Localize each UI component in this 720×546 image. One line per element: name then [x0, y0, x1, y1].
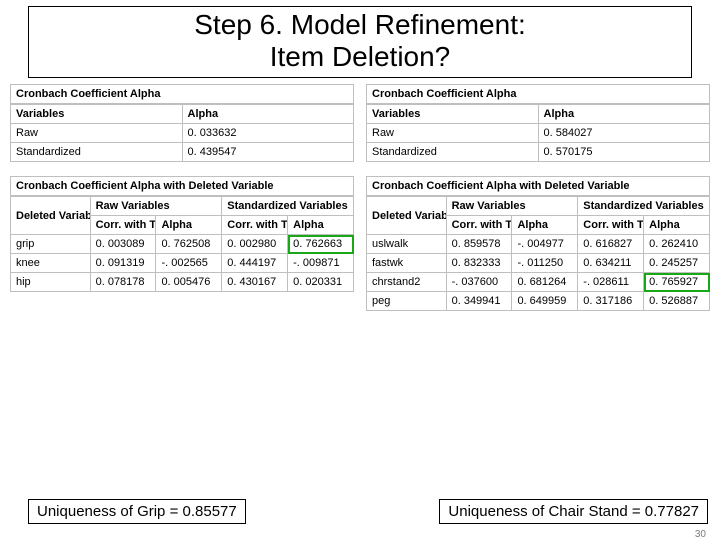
cell: 0. 859578 — [446, 235, 512, 254]
cell: 0. 020331 — [288, 273, 354, 292]
hdr-delvar: Deleted Variable — [11, 197, 91, 235]
cell: 0. 832333 — [446, 254, 512, 273]
cell: 0. 005476 — [156, 273, 222, 292]
hdr-alpha-std: Alpha — [644, 216, 710, 235]
del-section-left: Cronbach Coefficient Alpha with Deleted … — [10, 176, 354, 196]
page-number: 30 — [695, 529, 706, 540]
cell: -. 037600 — [446, 273, 512, 292]
table-row: grip 0. 003089 0. 762508 0. 002980 0. 76… — [11, 235, 354, 254]
table-row: hip 0. 078178 0. 005476 0. 430167 0. 020… — [11, 273, 354, 292]
alpha-section-right: Cronbach Coefficient Alpha — [366, 84, 710, 104]
cell: -. 011250 — [512, 254, 578, 273]
cell: uslwalk — [367, 235, 447, 254]
cell: 0. 649959 — [512, 292, 578, 311]
cell: 0. 349941 — [446, 292, 512, 311]
cell: 0. 091319 — [90, 254, 156, 273]
del-table-right: Deleted Variable Raw Variables Standardi… — [366, 196, 710, 311]
cell: -. 004977 — [512, 235, 578, 254]
hdr-corr-raw: Corr. with Total — [90, 216, 156, 235]
cell: 0. 078178 — [90, 273, 156, 292]
row-std-label: Standardized — [367, 143, 539, 162]
title-line1: Step 6. Model Refinement: — [35, 9, 685, 41]
hdr-stdvars: Standardized Variables — [578, 197, 710, 216]
hdr-variables: Variables — [11, 105, 183, 124]
hdr-alpha-raw: Alpha — [512, 216, 578, 235]
left-col: Cronbach Coefficient Alpha Variables Alp… — [10, 84, 354, 311]
alpha-table-right: Variables Alpha Raw 0. 584027 Standardiz… — [366, 104, 710, 162]
cell-highlight: 0. 765927 — [644, 273, 710, 292]
cell: 0. 262410 — [644, 235, 710, 254]
hdr-corr-std: Corr. with Total — [222, 216, 288, 235]
hdr-corr-raw: Corr. with Total — [446, 216, 512, 235]
table-row: uslwalk 0. 859578 -. 004977 0. 616827 0.… — [367, 235, 710, 254]
cell: chrstand2 — [367, 273, 447, 292]
cell: 0. 526887 — [644, 292, 710, 311]
hdr-alpha-raw: Alpha — [156, 216, 222, 235]
cell: 0. 634211 — [578, 254, 644, 273]
uniqueness-note-right: Uniqueness of Chair Stand = 0.77827 — [439, 499, 708, 524]
cell: -. 009871 — [288, 254, 354, 273]
cell: 0. 245257 — [644, 254, 710, 273]
cell: 0. 003089 — [90, 235, 156, 254]
cell: peg — [367, 292, 447, 311]
hdr-stdvars: Standardized Variables — [222, 197, 354, 216]
table-row: fastwk 0. 832333 -. 011250 0. 634211 0. … — [367, 254, 710, 273]
cell: 0. 762508 — [156, 235, 222, 254]
table-row: peg 0. 349941 0. 649959 0. 317186 0. 526… — [367, 292, 710, 311]
hdr-alpha: Alpha — [538, 105, 710, 124]
row-raw-val: 0. 584027 — [538, 124, 710, 143]
table-row: knee 0. 091319 -. 002565 0. 444197 -. 00… — [11, 254, 354, 273]
table-row: chrstand2 -. 037600 0. 681264 -. 028611 … — [367, 273, 710, 292]
cell: -. 002565 — [156, 254, 222, 273]
hdr-rawvars: Raw Variables — [446, 197, 578, 216]
hdr-rawvars: Raw Variables — [90, 197, 222, 216]
columns: Cronbach Coefficient Alpha Variables Alp… — [0, 84, 720, 311]
title-line2: Item Deletion? — [35, 41, 685, 73]
cell: 0. 430167 — [222, 273, 288, 292]
cell-highlight: 0. 762663 — [288, 235, 354, 254]
hdr-alpha: Alpha — [182, 105, 354, 124]
del-section-right: Cronbach Coefficient Alpha with Deleted … — [366, 176, 710, 196]
cell: 0. 002980 — [222, 235, 288, 254]
alpha-table-left: Variables Alpha Raw 0. 033632 Standardiz… — [10, 104, 354, 162]
cell: knee — [11, 254, 91, 273]
title-box: Step 6. Model Refinement: Item Deletion? — [28, 6, 692, 78]
cell: 0. 681264 — [512, 273, 578, 292]
cell: -. 028611 — [578, 273, 644, 292]
cell: 0. 317186 — [578, 292, 644, 311]
cell: hip — [11, 273, 91, 292]
row-raw-label: Raw — [367, 124, 539, 143]
row-std-val: 0. 439547 — [182, 143, 354, 162]
del-table-left: Deleted Variable Raw Variables Standardi… — [10, 196, 354, 292]
uniqueness-note-left: Uniqueness of Grip = 0.85577 — [28, 499, 246, 524]
hdr-corr-std: Corr. with Total — [578, 216, 644, 235]
hdr-variables: Variables — [367, 105, 539, 124]
hdr-alpha-std: Alpha — [288, 216, 354, 235]
hdr-delvar: Deleted Variable — [367, 197, 447, 235]
cell: fastwk — [367, 254, 447, 273]
cell: 0. 616827 — [578, 235, 644, 254]
cell: 0. 444197 — [222, 254, 288, 273]
row-std-label: Standardized — [11, 143, 183, 162]
row-std-val: 0. 570175 — [538, 143, 710, 162]
alpha-section-left: Cronbach Coefficient Alpha — [10, 84, 354, 104]
row-raw-label: Raw — [11, 124, 183, 143]
row-raw-val: 0. 033632 — [182, 124, 354, 143]
slide: Step 6. Model Refinement: Item Deletion?… — [0, 6, 720, 546]
cell: grip — [11, 235, 91, 254]
right-col: Cronbach Coefficient Alpha Variables Alp… — [366, 84, 710, 311]
